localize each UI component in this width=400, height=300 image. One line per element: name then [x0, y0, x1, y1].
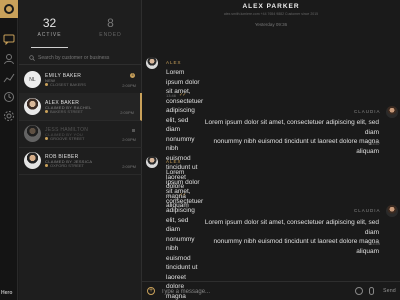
message-line: nonummy nibh euismod tincidunt ut laoree…	[213, 138, 380, 155]
conversation-time: 2:00PM	[120, 110, 134, 115]
avatar	[24, 125, 41, 142]
tab-label: ACTIVE	[37, 32, 62, 38]
message-line: nonummy nibh euismod tincidunt ut laoree…	[213, 238, 380, 255]
chat-header: ALEX PARKER alex.smith.lumiere.com +44 7…	[142, 0, 400, 22]
chat-title: ALEX PARKER	[242, 3, 300, 10]
message-time: 13:47	[370, 141, 380, 146]
search-icon	[29, 54, 35, 61]
message-time: 13:46 ✓✓	[166, 92, 186, 98]
conversation-store: OXFORD STREET	[45, 163, 84, 168]
message-time: 13:48 ✓✓	[166, 192, 186, 198]
unread-badge: 3	[130, 73, 135, 78]
conversation-item[interactable]: NL EMILY BAKER NEW CLOSEST BAKERS 3 2:00…	[19, 66, 142, 94]
conversation-item[interactable]: ROB BIEBER CLAIMED BY JESSICA OXFORD STR…	[19, 147, 142, 175]
conversation-time: 2:00PM	[122, 164, 136, 169]
avatar	[386, 205, 398, 217]
store-dot-icon	[45, 83, 48, 86]
message-sender: ALEX	[166, 159, 182, 164]
avatar	[24, 152, 41, 169]
avatar	[24, 98, 41, 115]
message-line: Lorem ipsum dolor sit amet, consectetuer…	[166, 69, 204, 133]
avatar	[146, 57, 158, 69]
avatar	[386, 106, 398, 118]
store-dot-icon	[45, 164, 48, 167]
store-name: BAKERS STREET	[50, 109, 84, 114]
store-dot-icon	[45, 137, 48, 140]
date-divider: Yesterday 09:36	[254, 22, 288, 27]
app-rail: Hero	[0, 0, 18, 300]
store-name: CLOSEST BAKERS	[50, 82, 86, 87]
clock-icon[interactable]	[3, 90, 15, 102]
store-name: GROOVE STREET	[50, 136, 85, 141]
search-input[interactable]	[38, 54, 138, 61]
message-sender: CLAUDIA	[354, 208, 381, 213]
conversation-store: CLOSEST BAKERS	[45, 82, 86, 87]
message-sender: ALEX	[166, 60, 182, 65]
tab-active[interactable]: 32 ACTIVE	[19, 0, 80, 48]
add-icon[interactable]: +	[147, 287, 155, 295]
tab-label: ENDED	[99, 32, 122, 38]
settings-icon[interactable]	[3, 109, 15, 121]
read-ticks-icon: ✓✓	[179, 92, 186, 98]
conversation-time: 2:00PM	[122, 137, 136, 142]
store-name: OXFORD STREET	[50, 163, 85, 168]
chart-icon[interactable]	[3, 71, 15, 83]
avatar: NL	[24, 71, 41, 88]
chat-icon[interactable]	[3, 32, 15, 46]
message-text: Lorem ipsum dolor sit amet, consectetuer…	[201, 218, 379, 256]
conversation-item-selected[interactable]: ALEX BAKER CLAIMED BY RACHEL BAKERS STRE…	[19, 93, 142, 121]
tab-count: 32	[42, 16, 57, 30]
tab-count: 8	[107, 16, 114, 30]
emoji-icon[interactable]	[355, 287, 363, 295]
user-icon[interactable]	[3, 52, 15, 65]
message-time-label: 13:46	[166, 92, 177, 98]
tab-ended[interactable]: 8 ENDED	[80, 0, 141, 48]
send-button[interactable]: Send	[383, 288, 396, 294]
read-ticks-icon: ✓✓	[179, 192, 186, 198]
logo-icon[interactable]	[0, 0, 18, 18]
message-line: Lorem ipsum dolor sit amet, consectetuer…	[204, 119, 379, 136]
message-time-label: 13:47	[370, 141, 381, 146]
flag-icon	[132, 129, 135, 132]
message-time: 13:49	[370, 241, 380, 246]
brand-label: Hero	[1, 290, 13, 296]
message-time-label: 13:48	[166, 192, 177, 198]
message-sender: CLAUDIA	[354, 109, 381, 114]
conversation-store: BAKERS STREET	[45, 109, 83, 114]
message-text: Lorem ipsum dolor sit amet, consectetuer…	[201, 118, 379, 156]
message-line: Lorem ipsum dolor sit amet, consectetuer…	[204, 219, 379, 236]
message-time-label: 13:49	[370, 241, 381, 246]
message-input[interactable]	[161, 287, 341, 296]
store-dot-icon	[45, 110, 48, 113]
message-line: Lorem ipsum dolor sit amet, consectetuer…	[166, 169, 204, 233]
chat-panel: ALEX PARKER alex.smith.lumiere.com +44 7…	[142, 0, 400, 300]
avatar	[146, 156, 158, 168]
conversation-store: GROOVE STREET	[45, 136, 84, 141]
conversation-time: 2:00PM	[122, 83, 136, 88]
conversation-item[interactable]: JESS HAMILTON CLAIMED BY YOU GROOVE STRE…	[19, 120, 142, 148]
conversation-list-panel: 32 ACTIVE 8 ENDED NL EMILY BAKER NEW CLO…	[19, 0, 142, 300]
attach-icon[interactable]	[369, 287, 374, 295]
search-bar	[19, 51, 141, 65]
contact-info: alex.smith.lumiere.com +44 7654 9882 Cus…	[223, 12, 319, 16]
message-composer: + Send	[142, 281, 400, 300]
tab-bar: 32 ACTIVE 8 ENDED	[19, 0, 141, 48]
